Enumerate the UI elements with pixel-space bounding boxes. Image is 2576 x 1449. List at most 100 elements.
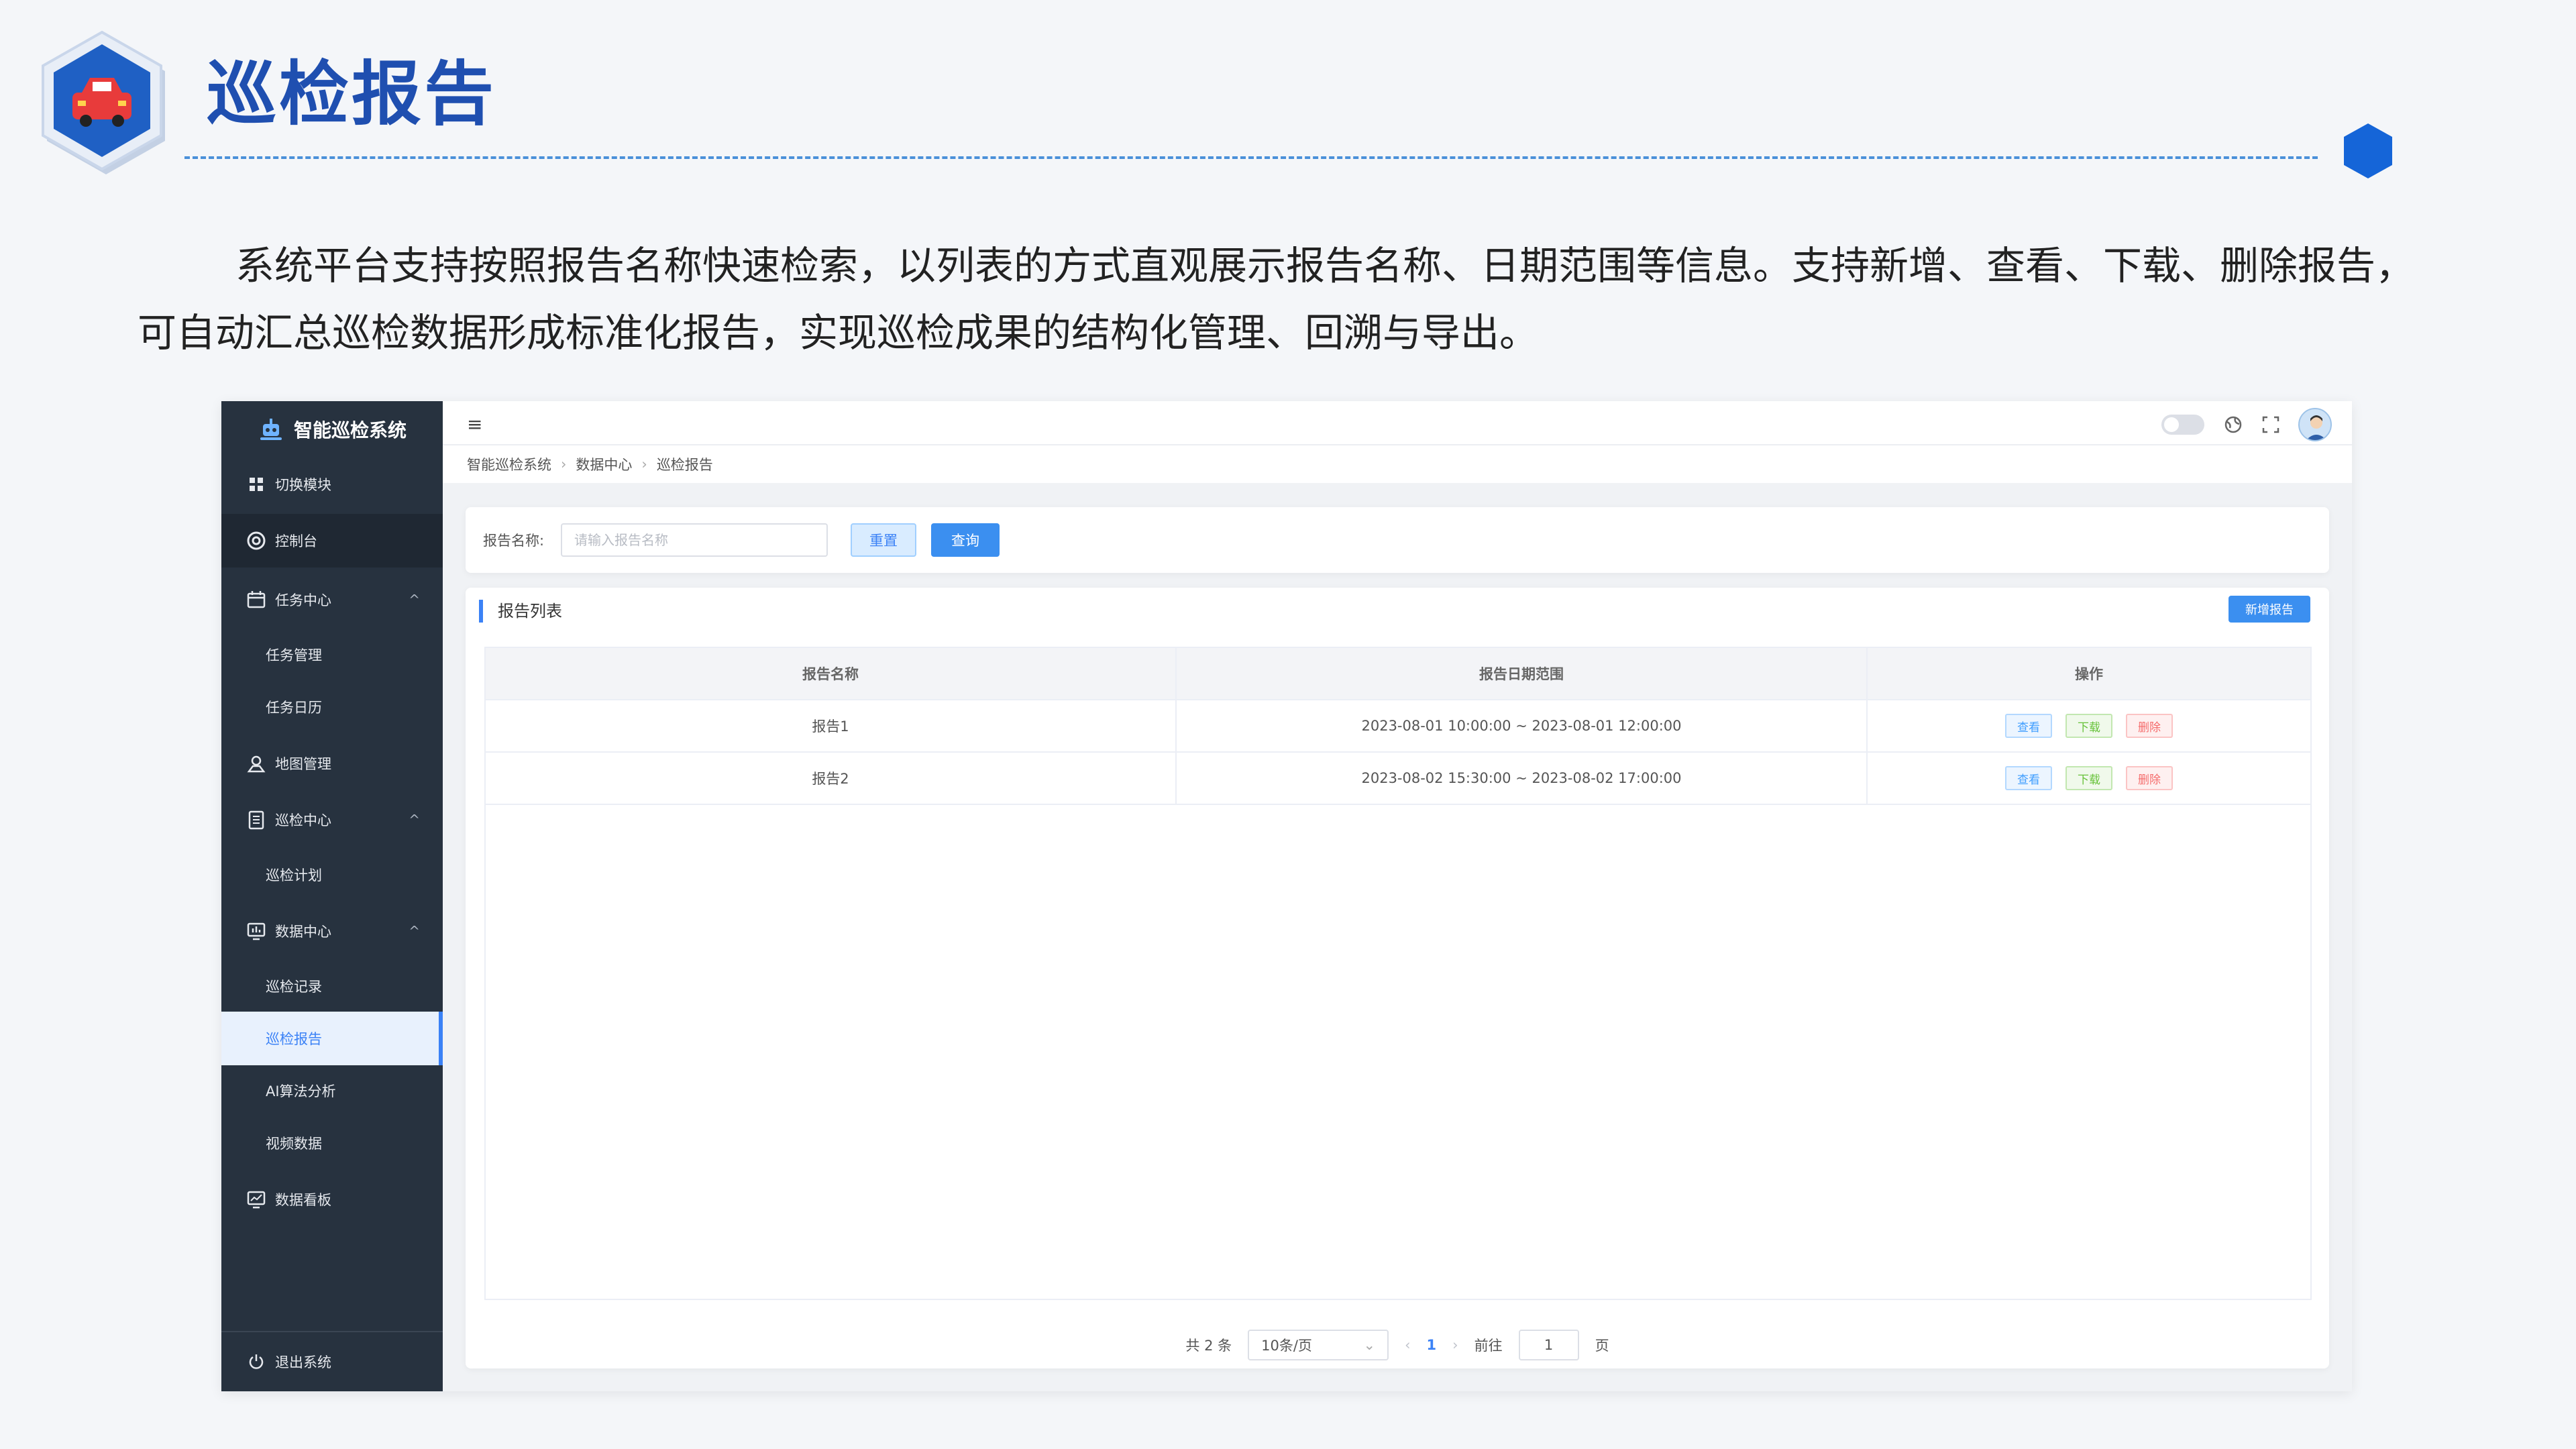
- slide-logo-hexagon: [42, 30, 165, 174]
- table-row: 报告1 2023-08-01 10:00:00 ~ 2023-08-01 12:…: [486, 700, 2310, 753]
- chart-icon: [244, 919, 268, 943]
- sidebar: 智能巡检系统 切换模块 控制台 任务中心 ^ 任务管理 任务日历 地图管理 巡检…: [221, 401, 443, 1391]
- sidebar-item-map-management[interactable]: 地图管理: [221, 737, 443, 790]
- column-header-report-name: 报告名称: [486, 648, 1177, 699]
- sidebar-item-ai-analysis[interactable]: AI算法分析: [221, 1064, 443, 1118]
- next-page-icon[interactable]: ›: [1452, 1337, 1458, 1353]
- power-icon: [244, 1350, 268, 1374]
- report-date-range-cell: 2023-08-01 10:00:00 ~ 2023-08-01 12:00:0…: [1177, 700, 1868, 751]
- reset-button[interactable]: 重置: [851, 523, 916, 557]
- actions-cell: 查看 下载 删除: [1868, 753, 2310, 804]
- map-pin-icon: [244, 751, 268, 775]
- sidebar-item-data-dashboard[interactable]: 数据看板: [221, 1173, 443, 1226]
- sidebar-item-inspection-report[interactable]: 巡检报告: [221, 1012, 443, 1065]
- language-icon[interactable]: [2223, 415, 2243, 435]
- report-table: 报告名称 报告日期范围 操作 报告1 2023-08-01 10:00:00 ~…: [484, 647, 2312, 1300]
- download-button[interactable]: 下载: [2065, 714, 2112, 738]
- sidebar-item-switch-module[interactable]: 切换模块: [221, 458, 443, 511]
- report-list-title: 报告列表: [479, 600, 562, 623]
- sidebar-item-inspection-center[interactable]: 巡检中心 ^: [221, 793, 443, 847]
- sidebar-item-video-data[interactable]: 视频数据: [221, 1116, 443, 1170]
- sidebar-item-task-center[interactable]: 任务中心 ^: [221, 573, 443, 627]
- chevron-up-icon: ^: [409, 592, 420, 608]
- pagination-total: 共 2 条: [1185, 1338, 1232, 1354]
- report-name-cell: 报告1: [486, 700, 1177, 751]
- sidebar-item-label: 数据中心: [275, 924, 331, 940]
- current-page-number[interactable]: 1: [1427, 1337, 1437, 1353]
- column-header-date-range: 报告日期范围: [1177, 648, 1868, 699]
- table-header: 报告名称 报告日期范围 操作: [486, 648, 2310, 700]
- download-button[interactable]: 下载: [2065, 766, 2112, 790]
- report-name-label: 报告名称:: [483, 533, 545, 549]
- search-panel: 报告名称: 重置 查询: [466, 507, 2329, 573]
- fullscreen-icon[interactable]: [2262, 416, 2279, 433]
- sidebar-item-task-management[interactable]: 任务管理: [221, 628, 443, 682]
- slide-title: 巡检报告: [207, 53, 497, 135]
- robot-icon: [260, 419, 282, 440]
- chevron-up-icon: ^: [409, 923, 420, 939]
- prev-page-icon[interactable]: ‹: [1405, 1337, 1410, 1353]
- breadcrumb-item[interactable]: 数据中心: [576, 454, 632, 474]
- decorative-hexagon: [2344, 123, 2392, 178]
- sidebar-item-inspection-plan[interactable]: 巡检计划: [221, 848, 443, 902]
- slide-intro-paragraph: 系统平台支持按照报告名称快速检索，以列表的方式直观展示报告名称、日期范围等信息。…: [138, 243, 2415, 356]
- sidebar-item-label: 任务管理: [266, 647, 322, 663]
- sidebar-item-label: 巡检计划: [266, 867, 322, 883]
- sidebar-item-label: AI算法分析: [266, 1083, 336, 1099]
- report-list-panel: 报告列表 新增报告 报告名称 报告日期范围 操作 报告1 2023-08-01 …: [466, 588, 2329, 1368]
- top-bar: ≡: [443, 401, 2352, 445]
- app-window: 智能巡检系统 切换模块 控制台 任务中心 ^ 任务管理 任务日历 地图管理 巡检…: [221, 401, 2352, 1391]
- sidebar-item-console[interactable]: 控制台: [221, 514, 443, 568]
- sidebar-item-label: 任务日历: [266, 700, 322, 716]
- page-size-select[interactable]: 10条/页 ⌄: [1248, 1330, 1389, 1360]
- sidebar-item-label: 地图管理: [275, 756, 331, 772]
- title-divider: [184, 156, 2318, 159]
- menu-toggle-icon[interactable]: ≡: [467, 413, 482, 435]
- sidebar-item-task-calendar[interactable]: 任务日历: [221, 680, 443, 734]
- table-row: 报告2 2023-08-02 15:30:00 ~ 2023-08-02 17:…: [486, 753, 2310, 805]
- breadcrumb: 智能巡检系统 › 数据中心 › 巡检报告: [443, 445, 2352, 483]
- calendar-icon: [244, 588, 268, 612]
- goto-page-input[interactable]: 1: [1518, 1330, 1579, 1360]
- chevron-right-icon: ›: [641, 456, 647, 472]
- actions-cell: 查看 下载 删除: [1868, 700, 2310, 751]
- page-unit-label: 页: [1595, 1338, 1609, 1354]
- report-name-input[interactable]: [561, 523, 828, 557]
- breadcrumb-item[interactable]: 智能巡检系统: [467, 454, 551, 474]
- sidebar-item-label: 控制台: [275, 533, 317, 549]
- sidebar-item-data-center[interactable]: 数据中心 ^: [221, 904, 443, 958]
- breadcrumb-item-current: 巡检报告: [656, 457, 713, 473]
- theme-toggle[interactable]: [2161, 415, 2204, 435]
- delete-button[interactable]: 删除: [2126, 714, 2173, 738]
- brand-name: 智能巡检系统: [293, 419, 407, 441]
- add-report-button[interactable]: 新增报告: [2229, 596, 2310, 623]
- report-date-range-cell: 2023-08-02 15:30:00 ~ 2023-08-02 17:00:0…: [1177, 753, 1868, 804]
- delete-button[interactable]: 删除: [2126, 766, 2173, 790]
- view-button[interactable]: 查看: [2005, 714, 2052, 738]
- logout-label: 退出系统: [275, 1354, 331, 1371]
- dashboard-icon: [244, 529, 268, 553]
- view-button[interactable]: 查看: [2005, 766, 2052, 790]
- user-avatar[interactable]: [2298, 408, 2332, 441]
- sidebar-item-label: 切换模块: [275, 477, 331, 493]
- report-name-cell: 报告2: [486, 753, 1177, 804]
- top-bar-tools: [2161, 408, 2332, 441]
- query-button[interactable]: 查询: [931, 523, 1000, 557]
- sidebar-item-inspection-records[interactable]: 巡检记录: [221, 959, 443, 1013]
- goto-label: 前往: [1474, 1338, 1503, 1354]
- sidebar-item-label: 任务中心: [275, 592, 331, 608]
- chevron-up-icon: ^: [409, 812, 420, 828]
- clipboard-icon: [244, 808, 268, 832]
- logout-button[interactable]: 退出系统: [221, 1331, 443, 1391]
- monitor-icon: [244, 1187, 268, 1212]
- sidebar-item-label: 视频数据: [266, 1136, 322, 1152]
- grid-icon: [244, 472, 268, 496]
- sidebar-item-label: 数据看板: [275, 1192, 331, 1208]
- chevron-right-icon: ›: [561, 456, 567, 472]
- chevron-down-icon: ⌄: [1363, 1337, 1376, 1353]
- column-header-actions: 操作: [2075, 666, 2103, 682]
- sidebar-item-label: 巡检记录: [266, 979, 322, 995]
- sidebar-brand: 智能巡检系统: [221, 401, 443, 458]
- pagination: 共 2 条 10条/页 ⌄ ‹ 1 › 前往 1 页: [466, 1328, 2329, 1362]
- sidebar-item-label: 巡检报告: [266, 1031, 322, 1047]
